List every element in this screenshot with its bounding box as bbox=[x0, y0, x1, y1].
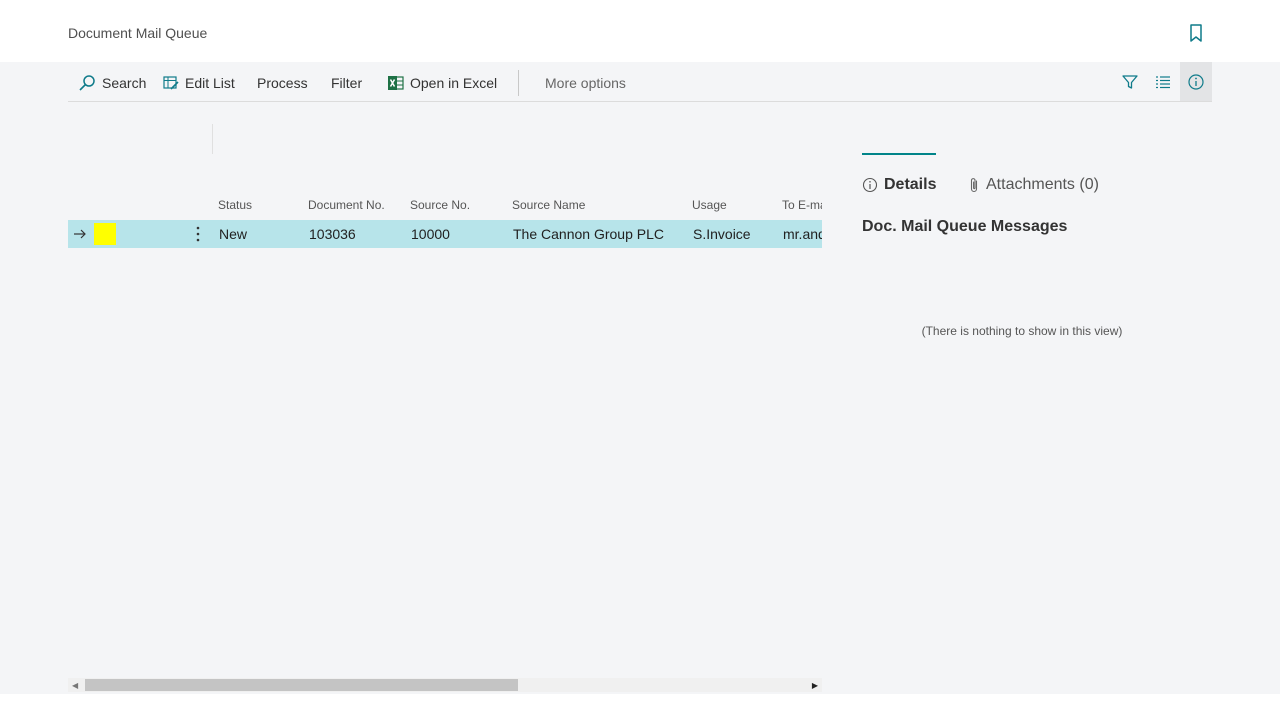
column-header-status[interactable]: Status bbox=[218, 198, 252, 212]
edit-list-button[interactable]: Edit List bbox=[163, 74, 235, 92]
more-vertical-icon[interactable] bbox=[192, 224, 204, 244]
content-area: Search Edit List Process Filter Open in … bbox=[0, 62, 1280, 694]
scroll-left-icon[interactable]: ◀ bbox=[72, 681, 78, 690]
selection-marker bbox=[94, 223, 116, 245]
open-in-excel-button[interactable]: Open in Excel bbox=[388, 74, 497, 92]
cell-document-no[interactable]: 103036 bbox=[309, 226, 356, 242]
search-label: Search bbox=[102, 75, 147, 91]
bottom-strip bbox=[0, 694, 1280, 720]
column-header-document-no[interactable]: Document No. bbox=[308, 198, 385, 212]
more-options-button[interactable]: More options bbox=[545, 74, 626, 92]
table-row[interactable]: New 103036 10000 The Cannon Group PLC S.… bbox=[68, 220, 822, 248]
filter-pane-icon[interactable] bbox=[1120, 72, 1140, 92]
horizontal-scrollbar[interactable]: ◀ ▶ bbox=[68, 678, 822, 692]
column-header-source-no[interactable]: Source No. bbox=[410, 198, 470, 212]
cell-usage[interactable]: S.Invoice bbox=[693, 226, 751, 242]
scrollbar-thumb[interactable] bbox=[85, 679, 518, 691]
factbox-section-title: Doc. Mail Queue Messages bbox=[862, 218, 1068, 235]
tab-attachments-label: Attachments (0) bbox=[986, 176, 1099, 193]
list-view-icon[interactable] bbox=[1153, 72, 1173, 92]
edit-list-icon bbox=[163, 76, 179, 90]
column-header-to-email[interactable]: To E-ma bbox=[782, 198, 822, 212]
search-button[interactable]: Search bbox=[78, 74, 146, 92]
info-icon bbox=[1188, 73, 1204, 90]
cell-source-name[interactable]: The Cannon Group PLC bbox=[513, 226, 664, 242]
process-menu-button[interactable]: Process bbox=[257, 74, 308, 92]
factbox-toggle-button[interactable] bbox=[1180, 62, 1212, 101]
cell-status[interactable]: New bbox=[219, 226, 247, 242]
tab-details-label: Details bbox=[884, 176, 937, 193]
excel-icon bbox=[388, 76, 404, 90]
active-tab-indicator bbox=[862, 153, 936, 155]
edit-list-label: Edit List bbox=[185, 75, 235, 91]
search-icon bbox=[79, 75, 95, 91]
scroll-right-icon[interactable]: ▶ bbox=[812, 681, 818, 690]
empty-state-text: (There is nothing to show in this view) bbox=[921, 324, 1123, 338]
column-divider bbox=[212, 124, 213, 154]
open-in-excel-label: Open in Excel bbox=[410, 75, 498, 91]
info-icon bbox=[862, 177, 878, 193]
tab-details[interactable]: Details bbox=[862, 170, 936, 200]
arrow-right-icon[interactable] bbox=[72, 224, 88, 244]
action-bar: Search Edit List Process Filter Open in … bbox=[68, 62, 1212, 102]
tab-attachments[interactable]: Attachments (0) bbox=[968, 170, 1099, 200]
cell-source-no[interactable]: 10000 bbox=[411, 226, 450, 242]
action-divider bbox=[518, 70, 519, 96]
column-header-usage[interactable]: Usage bbox=[692, 198, 727, 212]
filter-menu-button[interactable]: Filter bbox=[331, 74, 362, 92]
page-title: Document Mail Queue bbox=[68, 25, 208, 41]
page-header: Document Mail Queue bbox=[0, 0, 1280, 62]
paperclip-icon bbox=[970, 178, 978, 193]
cell-to-email[interactable]: mr.and bbox=[783, 226, 822, 242]
mail-queue-grid: Status Document No. Source No. Source Na… bbox=[68, 124, 822, 684]
bookmark-icon[interactable] bbox=[1186, 22, 1206, 44]
column-header-source-name[interactable]: Source Name bbox=[512, 198, 585, 212]
